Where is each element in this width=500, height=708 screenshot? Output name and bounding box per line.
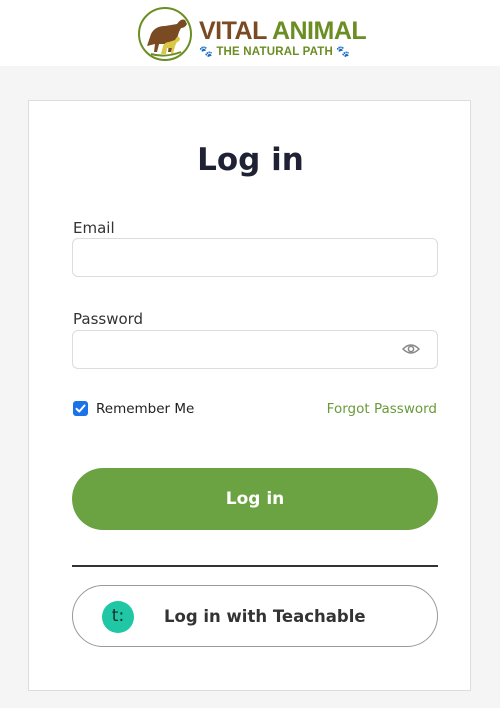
teachable-button-label: Log in with Teachable bbox=[164, 607, 366, 626]
login-card: Log in Email Password Remember Me Forgot… bbox=[28, 100, 471, 691]
brand-name-part1: VITAL bbox=[199, 17, 272, 45]
email-label: Email bbox=[73, 219, 115, 237]
check-icon bbox=[75, 404, 86, 413]
password-label: Password bbox=[73, 310, 144, 328]
teachable-logo-icon: t: bbox=[102, 601, 134, 633]
password-field[interactable] bbox=[72, 330, 438, 369]
email-field[interactable] bbox=[72, 238, 438, 277]
login-with-teachable-button[interactable]: t: Log in with Teachable bbox=[72, 585, 438, 647]
remember-me-checkbox[interactable] bbox=[73, 401, 88, 416]
paw-icon: 🐾 bbox=[336, 46, 351, 58]
divider bbox=[72, 565, 438, 567]
remember-me-label[interactable]: Remember Me bbox=[96, 401, 194, 418]
brand-name: VITAL ANIMAL bbox=[199, 17, 367, 45]
vital-animal-logo[interactable]: VITAL ANIMAL 🐾 THE NATURAL PATH 🐾 bbox=[137, 6, 377, 62]
brand-name-part2: ANIMAL bbox=[271, 17, 367, 45]
brand-tagline: 🐾 THE NATURAL PATH 🐾 bbox=[199, 46, 351, 59]
brand-tagline-text: THE NATURAL PATH bbox=[216, 46, 334, 58]
paw-icon: 🐾 bbox=[199, 46, 213, 58]
logo-emblem-icon bbox=[138, 7, 192, 61]
login-button[interactable]: Log in bbox=[72, 468, 438, 530]
eye-icon[interactable] bbox=[402, 341, 420, 357]
site-header: VITAL ANIMAL 🐾 THE NATURAL PATH 🐾 bbox=[0, 0, 500, 66]
page-title: Log in bbox=[197, 142, 304, 178]
forgot-password-link[interactable]: Forgot Password bbox=[327, 401, 437, 418]
